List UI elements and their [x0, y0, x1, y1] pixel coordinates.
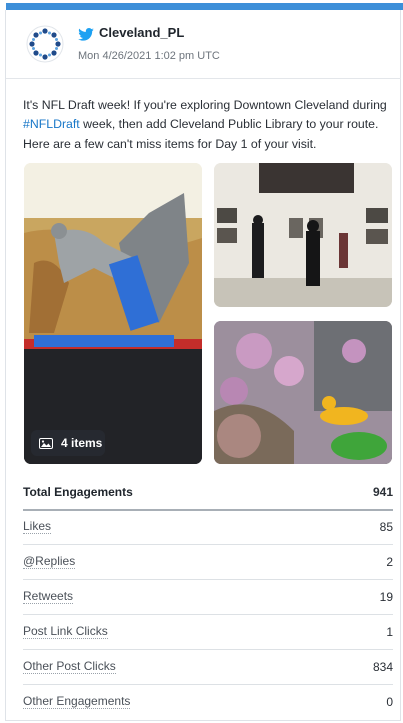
metric-label[interactable]: Post Link Clicks — [23, 625, 108, 639]
post-date: Mon 4/26/2021 1:02 pm UTC — [78, 50, 220, 62]
metric-row-post-link-clicks: Post Link Clicks 1 — [23, 615, 393, 650]
metric-value: 85 — [379, 520, 393, 534]
metric-value: 1 — [386, 625, 393, 639]
magnolia-illustration — [214, 321, 392, 464]
metric-label[interactable]: Likes — [23, 520, 52, 534]
account-handle[interactable]: Cleveland_PL — [99, 25, 184, 40]
media-image-gallery[interactable] — [214, 163, 392, 307]
metric-row-likes: Likes 85 — [23, 510, 393, 545]
metric-label[interactable]: Retweets — [23, 590, 74, 604]
media-count-label: 4 items — [61, 436, 103, 450]
post-text-start: It's NFL Draft week! If you're exploring… — [23, 98, 387, 112]
metric-row-replies: @Replies 2 — [23, 545, 393, 580]
metric-value: 941 — [372, 485, 393, 499]
twitter-bird-icon — [78, 28, 94, 41]
top-accent-bar — [6, 3, 403, 10]
post-header: Cleveland_PL Mon 4/26/2021 1:02 pm UTC — [6, 10, 401, 79]
metric-label[interactable]: Other Engagements — [23, 695, 131, 709]
metric-value: 19 — [379, 590, 393, 604]
metric-value: 834 — [372, 660, 393, 674]
metric-value: 2 — [386, 555, 393, 569]
metric-row-retweets: Retweets 19 — [23, 580, 393, 615]
sculpture-illustration — [24, 163, 202, 464]
gallery-illustration — [214, 163, 392, 307]
metric-label[interactable]: @Replies — [23, 555, 76, 569]
media-image-sculpture[interactable] — [24, 163, 202, 464]
metric-row-total-engagements: Total Engagements 941 — [23, 475, 393, 511]
metric-label: Total Engagements — [23, 484, 133, 499]
hashtag-link[interactable]: #NFLDraft — [23, 117, 80, 131]
metric-value: 0 — [386, 695, 393, 709]
post-text: It's NFL Draft week! If you're exploring… — [23, 96, 395, 154]
metric-row-other-engagements: Other Engagements 0 — [23, 685, 393, 719]
metric-label[interactable]: Other Post Clicks — [23, 660, 116, 674]
metric-row-other-post-clicks: Other Post Clicks 834 — [23, 650, 393, 685]
media-count-badge[interactable]: 4 items — [31, 430, 105, 456]
media-image-magnolia[interactable] — [214, 321, 392, 464]
library-logo-avatar[interactable] — [26, 25, 64, 63]
gallery-icon — [39, 437, 53, 449]
